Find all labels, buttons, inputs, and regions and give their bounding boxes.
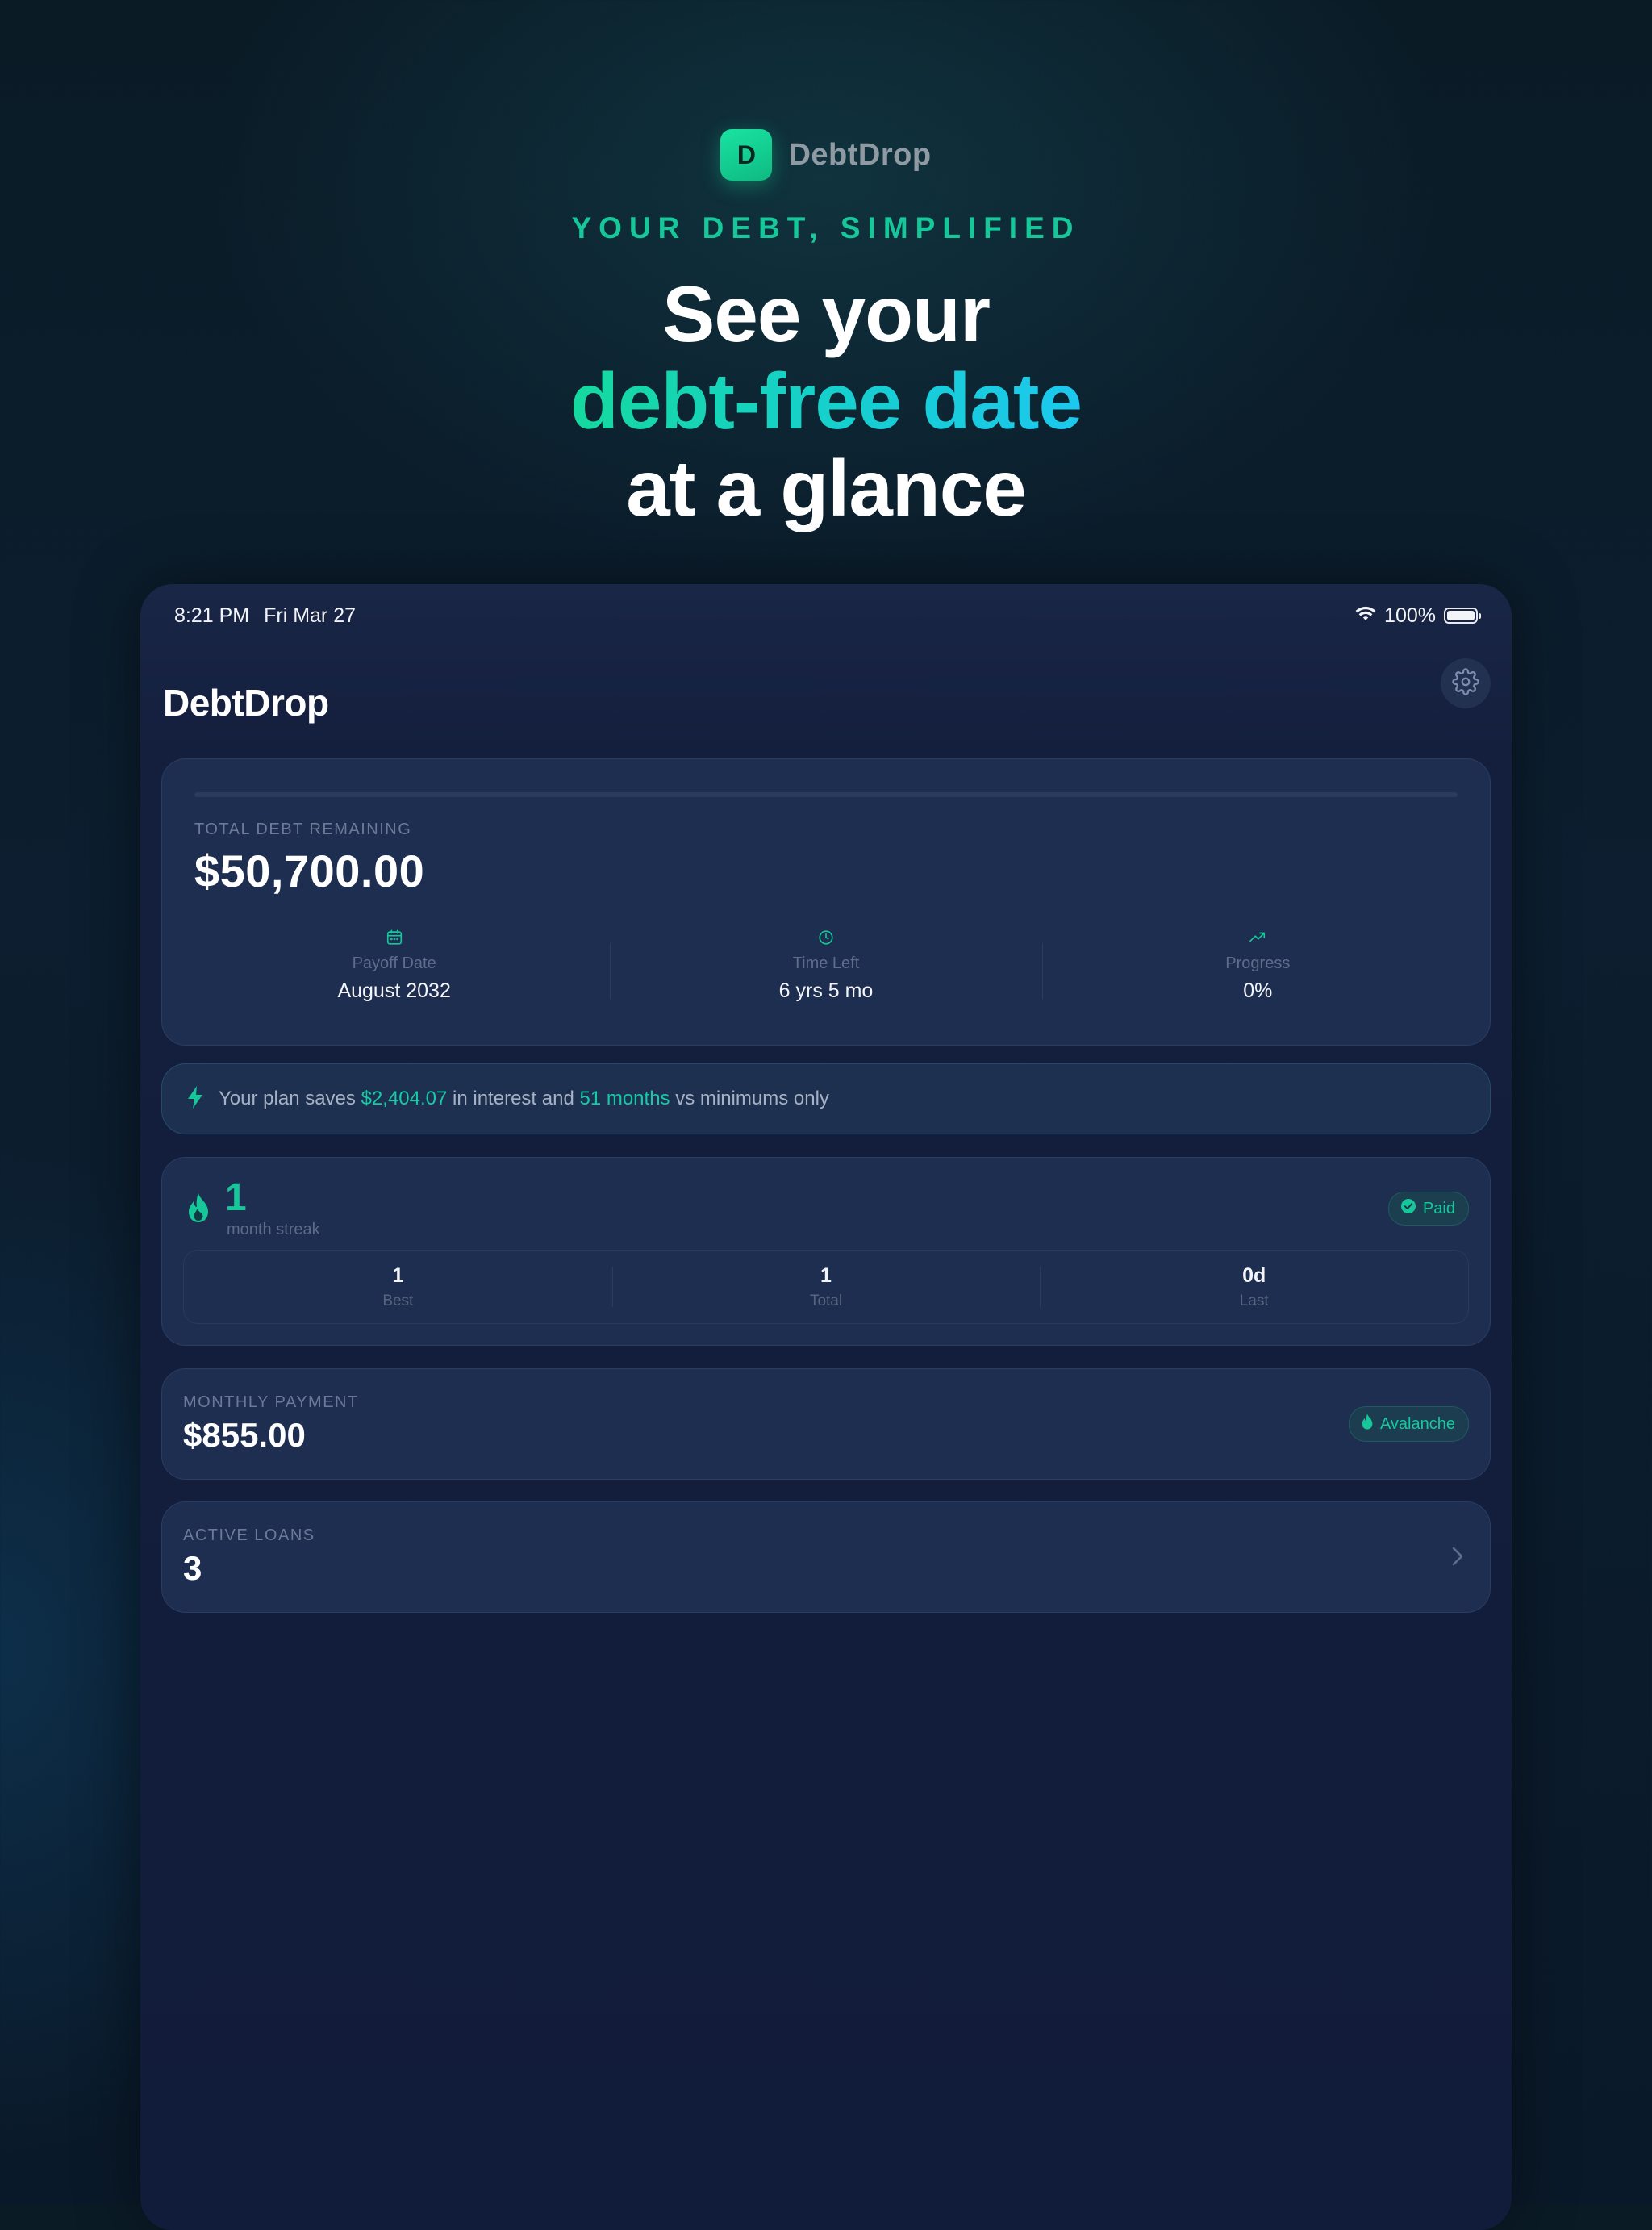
check-circle-icon xyxy=(1400,1198,1416,1219)
active-loans-label: ACTIVE LOANS xyxy=(183,1526,315,1544)
streak-stat-total: 1 Total xyxy=(611,1251,1041,1323)
streak-stat-best: 1 Best xyxy=(184,1251,612,1323)
total-debt-label: TOTAL DEBT REMAINING xyxy=(194,821,412,838)
stat-value: 0% xyxy=(1243,979,1273,1002)
strategy-badge[interactable]: Avalanche xyxy=(1348,1406,1469,1442)
streak-count: 1 xyxy=(225,1176,247,1219)
trending-up-icon xyxy=(1248,927,1267,948)
stat-value: August 2032 xyxy=(337,979,451,1002)
strategy-label: Avalanche xyxy=(1379,1414,1455,1433)
streak-stat-value: 0d xyxy=(1242,1263,1266,1287)
streak-stat-last: 0d Last xyxy=(1040,1251,1468,1323)
stat-progress: Progress 0% xyxy=(1041,927,1474,1016)
stat-label: Payoff Date xyxy=(352,954,436,972)
savings-message: Your plan saves $2,404.07 in interest an… xyxy=(219,1088,829,1110)
app-title: DebtDrop xyxy=(163,682,329,724)
brand-logo-initial: D xyxy=(736,140,756,169)
monthly-payment-card[interactable]: MONTHLY PAYMENT $855.00 Avalanche xyxy=(161,1368,1491,1480)
streak-stat-value: 1 xyxy=(392,1263,404,1287)
wifi-icon xyxy=(1355,604,1376,628)
monthly-payment-value: $855.00 xyxy=(183,1416,306,1454)
settings-button[interactable] xyxy=(1441,658,1491,708)
savings-banner: Your plan saves $2,404.07 in interest an… xyxy=(161,1063,1491,1134)
active-loans-count: 3 xyxy=(183,1549,202,1587)
clock-icon xyxy=(817,927,835,948)
streak-stat-value: 1 xyxy=(820,1263,832,1287)
monthly-payment-label: MONTHLY PAYMENT xyxy=(183,1393,359,1411)
streak-label: month streak xyxy=(227,1221,320,1238)
flame-icon xyxy=(1361,1413,1374,1435)
stat-value: 6 yrs 5 mo xyxy=(778,979,874,1002)
streak-stat-label: Total xyxy=(809,1292,843,1309)
payoff-progress-bar xyxy=(194,792,1458,797)
paid-badge-label: Paid xyxy=(1422,1199,1455,1217)
status-time: 8:21 PM xyxy=(174,603,250,627)
savings-prefix: Your plan saves xyxy=(219,1088,356,1109)
streak-card: 1 month streak Paid 1 Best 1 Total 0d La… xyxy=(161,1157,1491,1346)
stat-label: Progress xyxy=(1225,954,1291,972)
tablet-screen: 8:21 PM Fri Mar 27 100% DebtDrop TOTAL D… xyxy=(140,584,1512,2230)
savings-middle: in interest and xyxy=(453,1088,574,1109)
savings-months: 51 months xyxy=(579,1088,670,1109)
status-bar: 8:21 PM Fri Mar 27 100% xyxy=(174,595,1481,636)
battery-percentage: 100% xyxy=(1384,603,1436,627)
brand-header: D DebtDrop xyxy=(0,129,1652,181)
brand-name: DebtDrop xyxy=(788,137,932,172)
headline-line-1: See your xyxy=(662,269,991,358)
battery-icon xyxy=(1444,608,1481,624)
lightning-icon xyxy=(186,1085,204,1113)
streak-stat-label: Best xyxy=(382,1292,414,1309)
stat-payoff-date: Payoff Date August 2032 xyxy=(178,927,610,1016)
status-date: Fri Mar 27 xyxy=(264,603,357,627)
chevron-right-icon xyxy=(1450,1543,1466,1574)
tagline: YOUR DEBT, SIMPLIFIED xyxy=(571,211,1081,244)
stat-label: Time Left xyxy=(792,954,860,972)
active-loans-card[interactable]: ACTIVE LOANS 3 xyxy=(161,1501,1491,1613)
streak-stat-label: Last xyxy=(1239,1292,1269,1309)
total-debt-card: TOTAL DEBT REMAINING $50,700.00 Payoff D… xyxy=(161,758,1491,1046)
brand-logo: D xyxy=(720,129,773,181)
headline-line-2: debt-free date xyxy=(569,357,1083,445)
summary-stats: Payoff Date August 2032 Time Left 6 yrs … xyxy=(178,927,1474,1016)
total-debt-value: $50,700.00 xyxy=(194,846,425,896)
headline-line-3: at a glance xyxy=(626,444,1027,532)
savings-amount: $2,404.07 xyxy=(361,1088,448,1109)
gear-icon xyxy=(1452,667,1479,699)
savings-suffix: vs minimums only xyxy=(675,1088,829,1109)
streak-stats: 1 Best 1 Total 0d Last xyxy=(183,1250,1469,1324)
paid-status-badge: Paid xyxy=(1387,1192,1469,1226)
calendar-icon xyxy=(386,927,403,948)
stat-time-left: Time Left 6 yrs 5 mo xyxy=(610,927,1041,1016)
flame-icon xyxy=(186,1192,211,1228)
headline: See your debt-free date at a glance xyxy=(0,270,1652,532)
